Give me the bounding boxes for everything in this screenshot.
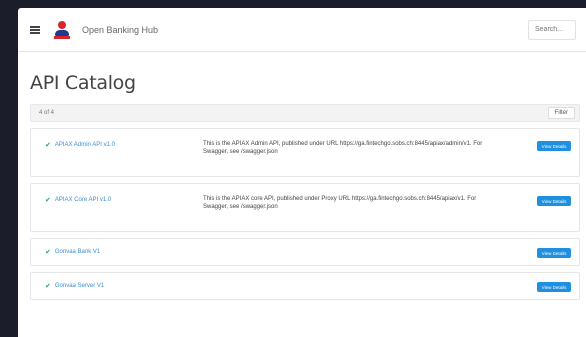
view-details-button[interactable]: View Details	[537, 141, 571, 151]
api-name-link[interactable]: APIAX Core API v1.0	[55, 197, 111, 203]
api-description: This is the APIAX core API, published un…	[203, 196, 477, 210]
api-name-link[interactable]: APIAX Admin API v1.0	[55, 142, 115, 148]
search-input[interactable]	[528, 19, 576, 40]
view-details-button[interactable]: View Details	[537, 248, 571, 258]
logo-icon	[54, 20, 70, 39]
results-count: 4 of 4	[39, 110, 55, 116]
page-title: API Catalog	[30, 72, 136, 94]
view-details-button[interactable]: View Details	[537, 282, 571, 292]
results-bar: 4 of 4 Filter	[30, 104, 580, 122]
app-window: Open Banking Hub API Catalog 4 of 4 Filt…	[18, 8, 586, 337]
hamburger-menu-icon[interactable]	[30, 25, 40, 34]
api-card: ✔ APIAX Admin API v1.0 This is the APIAX…	[30, 128, 580, 177]
top-navbar: Open Banking Hub	[18, 8, 586, 52]
api-description: This is the APIAX Admin API, published u…	[203, 141, 483, 155]
check-icon: ✔	[45, 197, 51, 204]
filter-button[interactable]: Filter	[547, 107, 575, 119]
view-details-button[interactable]: View Details	[537, 196, 571, 206]
check-icon: ✔	[45, 283, 51, 290]
api-name-link[interactable]: Gonvaa Server V1	[55, 283, 104, 289]
check-icon: ✔	[45, 142, 51, 149]
api-card: ✔ Gonvaa Server V1 View Details	[30, 272, 580, 300]
api-name-link[interactable]: Gonvaa Bank V1	[55, 249, 100, 255]
api-card: ✔ Gonvaa Bank V1 View Details	[30, 238, 580, 266]
brand-name[interactable]: Open Banking Hub	[82, 25, 158, 35]
api-card: ✔ APIAX Core API v1.0 This is the APIAX …	[30, 183, 580, 232]
api-list: ✔ APIAX Admin API v1.0 This is the APIAX…	[30, 128, 580, 300]
check-icon: ✔	[45, 249, 51, 256]
